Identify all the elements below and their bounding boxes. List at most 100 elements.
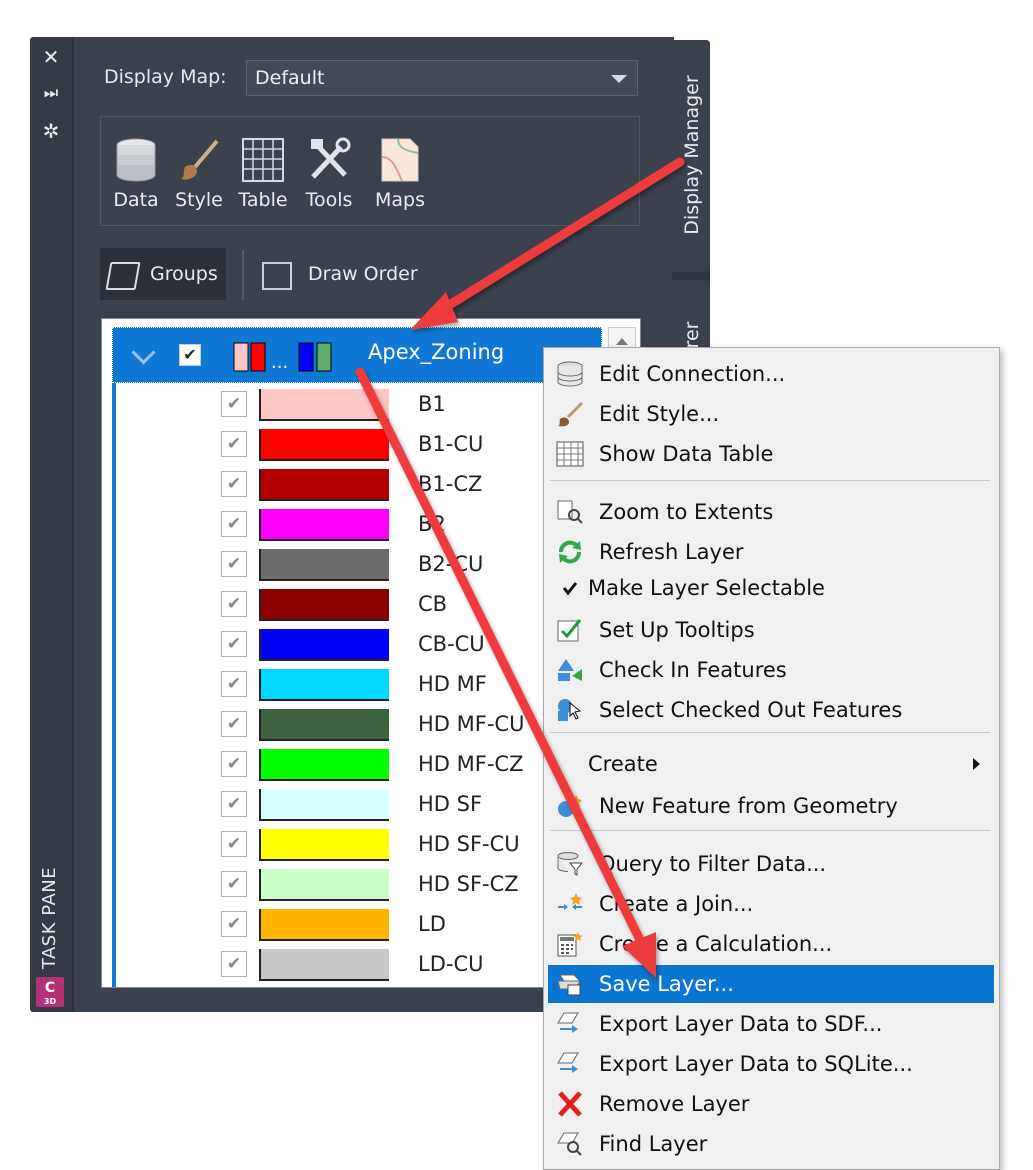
menu-item-label: Edit Connection... [599,362,786,386]
layer-visibility-checkbox[interactable]: ✔ [221,791,247,817]
menu-item-label: Create a Join... [599,892,754,916]
checkmark-icon [556,575,584,601]
layer-style-swatch [259,749,389,781]
menu-item-label: Create [588,752,658,776]
check-in-icon [556,657,584,683]
tooltip-checkbox-icon [556,617,584,643]
menu-separator [550,830,990,831]
groups-tab[interactable]: Groups [100,248,226,300]
draw-order-icon [262,262,292,290]
layer-visibility-checkbox[interactable]: ✔ [221,551,247,577]
layer-name: HD SF-CU [418,832,520,856]
menu-item-create-a-join[interactable]: Create a Join... [548,885,994,923]
menu-item-label: Export Layer Data to SDF... [599,1012,883,1036]
layer-style-swatch [259,509,389,541]
menu-item-label: Select Checked Out Features [599,698,903,722]
menu-item-label: Check In Features [599,658,787,682]
task-pane-label: TASK PANE [39,866,60,970]
menu-item-edit-connection[interactable]: Edit Connection... [548,355,994,393]
layer-visibility-checkbox[interactable]: ✔ [221,431,247,457]
layer-name: HD SF-CZ [418,872,519,896]
save-layer-icon [556,971,584,997]
find-layer-icon [556,1131,584,1157]
chevron-down-icon[interactable] [131,340,156,365]
calculator-icon [556,931,584,957]
tab-display-manager[interactable]: Display Manager [672,40,710,272]
menu-item-show-data-table[interactable]: Show Data Table [548,435,994,473]
menu-item-create[interactable]: Create [548,745,994,783]
gear-icon[interactable]: ✲ [39,119,63,143]
refresh-icon [556,539,584,565]
layer-visibility-checkbox[interactable]: ✔ [221,591,247,617]
new-feature-icon [556,793,584,819]
civil3d-logo: C 3D [36,977,64,1007]
layer-visibility-checkbox[interactable]: ✔ [221,471,247,497]
layer-name: LD-CU [418,952,484,976]
chevron-down-icon [611,75,627,83]
menu-item-label: New Feature from Geometry [599,794,898,818]
menu-item-create-a-calculation[interactable]: Create a Calculation... [548,925,994,963]
layer-name: B1-CU [418,432,484,456]
layer-style-swatch [259,949,389,981]
layer-visibility-checkbox[interactable]: ✔ [221,911,247,937]
export-sqlite-icon [556,1051,584,1077]
menu-item-label: Remove Layer [599,1092,750,1116]
layer-name: HD SF [418,792,483,816]
tools-button[interactable]: Tools [301,137,357,217]
table-icon [241,137,285,183]
menu-item-label: Set Up Tooltips [599,618,755,642]
menu-item-new-feature-from-geometry[interactable]: New Feature from Geometry [548,787,994,825]
layer-visibility-checkbox[interactable]: ✔ [221,671,247,697]
group-row-apex-zoning[interactable]: ✔ ... Apex_Zoning [112,327,602,383]
autohide-icon[interactable]: ⏭ [39,81,63,105]
display-map-select[interactable]: Default [246,60,638,96]
draw-order-tab[interactable]: Draw Order [262,248,442,300]
menu-item-refresh-layer[interactable]: Refresh Layer [548,533,994,571]
table-button[interactable]: Table [235,137,291,217]
menu-item-check-in-features[interactable]: Check In Features [548,651,994,689]
layer-visibility-checkbox[interactable]: ✔ [221,951,247,977]
layer-visibility-checkbox[interactable]: ✔ [221,631,247,657]
menu-item-remove-layer[interactable]: Remove Layer [548,1085,994,1123]
layer-name: CB-CU [418,632,485,656]
layer-name: B2 [418,512,446,536]
menu-separator [550,732,990,733]
submenu-arrow-icon [973,758,980,770]
menu-item-export-layer-data-to-sdf[interactable]: Export Layer Data to SDF... [548,1005,994,1043]
join-icon [556,891,584,917]
layer-visibility-checkbox[interactable]: ✔ [221,871,247,897]
menu-item-label: Query to Filter Data... [599,852,827,876]
remove-icon [556,1091,584,1117]
style-button[interactable]: Style [173,137,225,217]
export-sdf-icon [556,1011,584,1037]
layer-visibility-checkbox[interactable]: ✔ [221,831,247,857]
brush-icon [556,401,584,427]
swatch-ellipsis: ... [271,352,288,372]
data-button[interactable]: Data [111,137,161,217]
menu-item-edit-style[interactable]: Edit Style... [548,395,994,433]
layer-visibility-checkbox[interactable]: ✔ [221,711,247,737]
menu-item-find-layer[interactable]: Find Layer [548,1125,994,1163]
menu-item-make-layer-selectable[interactable]: Make Layer Selectable [548,569,994,607]
groups-icon [105,262,141,290]
close-icon[interactable]: ✕ [39,45,63,69]
layer-visibility-checkbox[interactable]: ✔ [221,391,247,417]
menu-item-export-layer-data-to-sqlite[interactable]: Export Layer Data to SQLite... [548,1045,994,1083]
menu-item-set-up-tooltips[interactable]: Set Up Tooltips [548,611,994,649]
groups-label: Groups [150,263,218,285]
tools-label: Tools [305,189,353,211]
group-visibility-checkbox[interactable]: ✔ [179,344,201,366]
layer-style-swatch [259,389,389,421]
menu-item-save-layer[interactable]: Save Layer... [548,965,994,1003]
menu-item-label: Zoom to Extents [599,500,774,524]
brush-icon [177,137,221,183]
menu-item-label: Make Layer Selectable [588,576,825,600]
menu-item-query-to-filter-data[interactable]: Query to Filter Data... [548,845,994,883]
menu-item-label: Find Layer [599,1132,708,1156]
layer-visibility-checkbox[interactable]: ✔ [221,751,247,777]
maps-button[interactable]: Maps [371,137,429,217]
menu-item-select-checked-out-features[interactable]: Select Checked Out Features [548,691,994,729]
menu-item-zoom-to-extents[interactable]: Zoom to Extents [548,493,994,531]
layer-name: HD MF [418,672,487,696]
layer-visibility-checkbox[interactable]: ✔ [221,511,247,537]
